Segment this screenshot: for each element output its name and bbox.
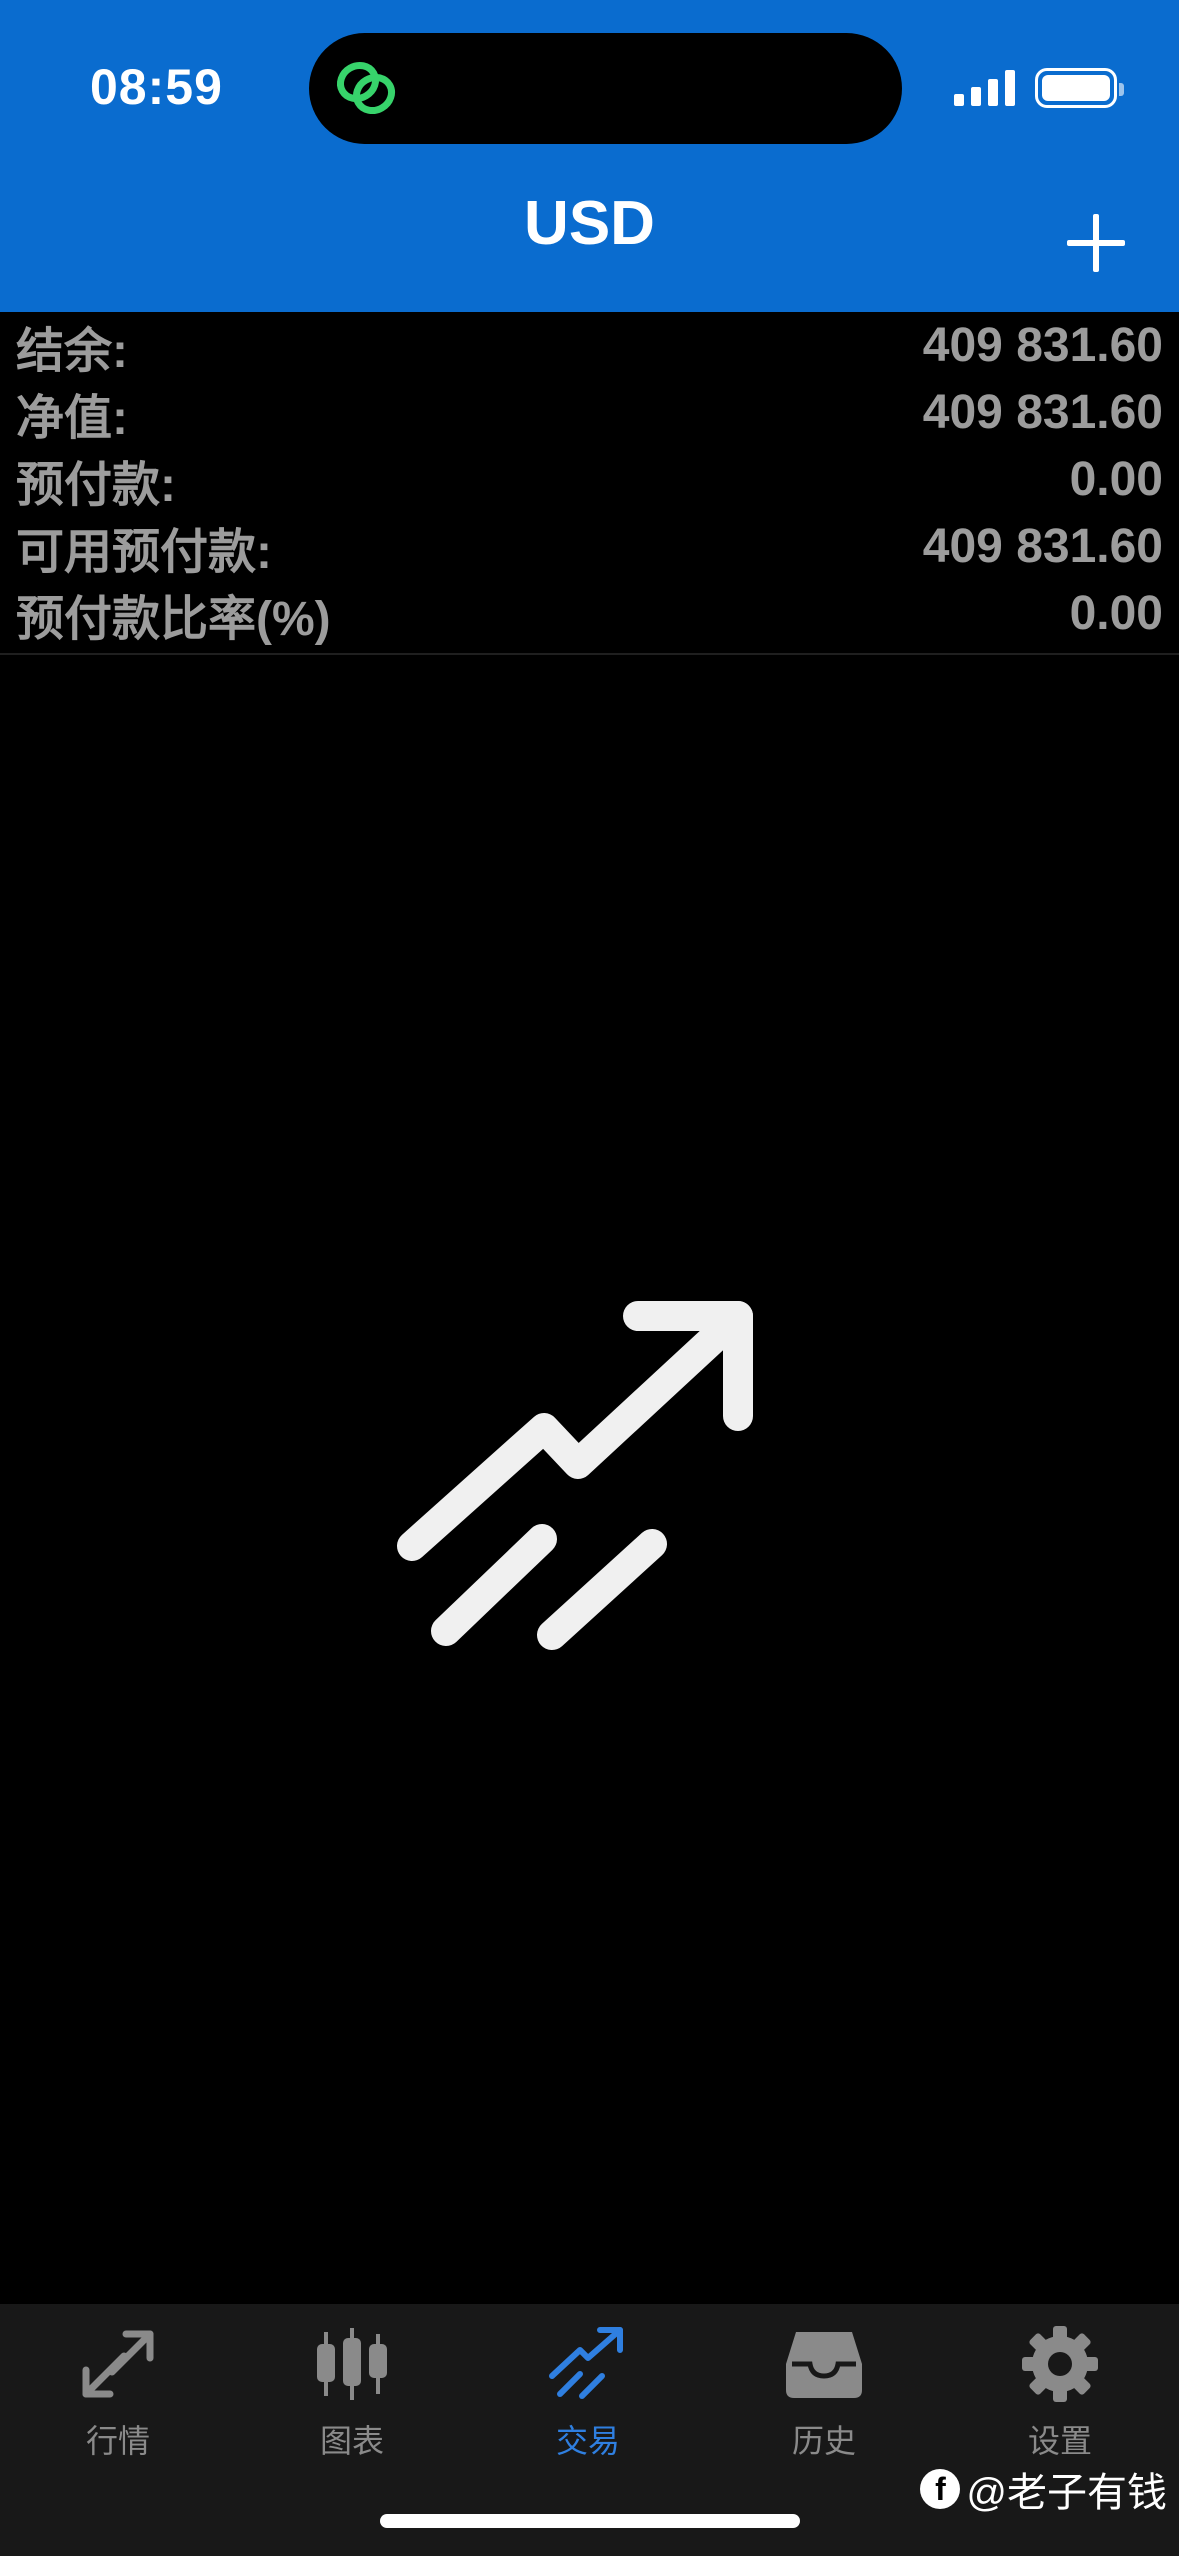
free-margin-value: 409 831.60 xyxy=(922,520,1163,573)
history-inbox-icon xyxy=(786,2332,862,2398)
tab-trade[interactable]: 交易 xyxy=(498,2324,678,2474)
dynamic-island xyxy=(309,33,902,144)
status-indicators xyxy=(954,68,1124,108)
add-order-button[interactable] xyxy=(1063,210,1129,276)
tab-chart[interactable]: 图表 xyxy=(262,2324,442,2474)
facebook-icon: f xyxy=(920,2469,961,2509)
tab-label: 设置 xyxy=(1027,2423,1092,2459)
tab-history[interactable]: 历史 xyxy=(734,2324,914,2474)
equity-value: 409 831.60 xyxy=(922,386,1163,439)
header-bar: 08:59 USD xyxy=(0,0,1179,312)
home-indicator[interactable] xyxy=(380,2514,800,2528)
tab-settings[interactable]: 设置 xyxy=(970,2324,1150,2474)
tab-label: 图表 xyxy=(319,2423,384,2459)
tab-label: 交易 xyxy=(555,2423,620,2459)
gear-icon xyxy=(1022,2326,1098,2402)
tab-label: 行情 xyxy=(85,2423,150,2459)
margin-level-value: 0.00 xyxy=(1069,587,1163,640)
link-icon xyxy=(336,61,396,115)
balance-row: 结余: 409 831.60 xyxy=(0,312,1179,379)
tab-quotes[interactable]: 行情 xyxy=(28,2324,208,2474)
balance-label: 结余: xyxy=(16,324,128,378)
margin-level-label: 预付款比率(%) xyxy=(16,592,331,646)
trade-arrow-icon xyxy=(397,1301,753,1650)
margin-row: 预付款: 0.00 xyxy=(0,446,1179,513)
tab-label: 历史 xyxy=(791,2423,856,2459)
equity-label: 净值: xyxy=(16,391,128,445)
balance-value: 409 831.60 xyxy=(922,319,1163,372)
free-margin-row: 可用预付款: 409 831.60 xyxy=(0,513,1179,580)
battery-icon xyxy=(1035,68,1124,108)
free-margin-label: 可用预付款: xyxy=(16,525,272,579)
account-summary: 结余: 409 831.60 净值: 409 831.60 预付款: 0.00 … xyxy=(0,312,1179,655)
status-time: 08:59 xyxy=(90,59,223,115)
cellular-signal-icon xyxy=(954,70,1015,106)
margin-label: 预付款: xyxy=(16,458,176,512)
margin-value: 0.00 xyxy=(1069,453,1163,506)
chart-candles-icon xyxy=(317,2328,387,2400)
watermark: f @老子有钱 xyxy=(920,2460,1167,2518)
quotes-icon xyxy=(82,2330,154,2398)
margin-level-row: 预付款比率(%) 0.00 xyxy=(0,580,1179,647)
trade-icon xyxy=(549,2327,623,2399)
page-title: USD xyxy=(524,189,655,258)
equity-row: 净值: 409 831.60 xyxy=(0,379,1179,446)
watermark-text: @老子有钱 xyxy=(966,2471,1167,2515)
